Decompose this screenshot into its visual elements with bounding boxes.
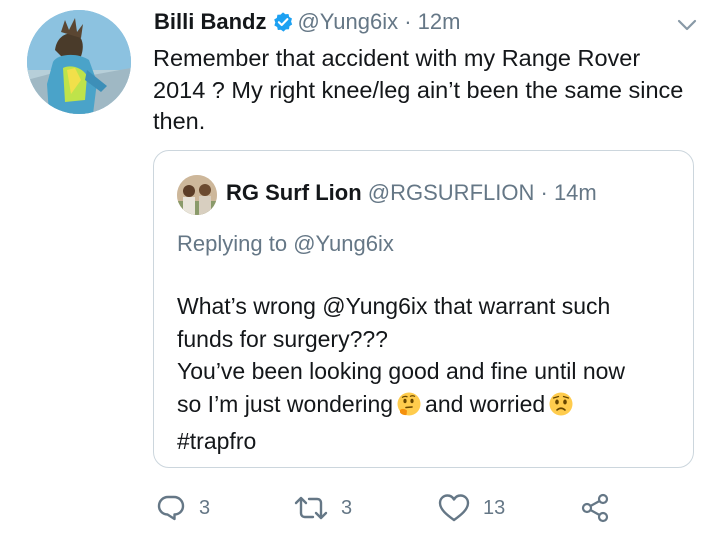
- tweet-time[interactable]: 12m: [418, 9, 461, 34]
- replying-to-line: Replying to @Yung6ix: [177, 231, 394, 257]
- reply-icon: [155, 492, 187, 524]
- replying-prefix: Replying to: [177, 231, 288, 256]
- thinking-face-emoji: [396, 391, 422, 426]
- author-handle[interactable]: @Yung6ix: [297, 9, 398, 34]
- quoted-header-separator: ·: [540, 180, 548, 205]
- verified-badge-icon: [272, 11, 294, 39]
- quoted-author-avatar[interactable]: [177, 175, 217, 215]
- quoted-author-handle[interactable]: @RGSURFLION: [368, 180, 535, 205]
- quoted-text-line-4-a: so I’m just wondering: [177, 390, 394, 417]
- retweet-icon: [293, 492, 329, 524]
- quoted-tweet-card[interactable]: RG Surf Lion @RGSURFLION · 14m Replying …: [153, 150, 694, 468]
- quoted-text-hashtag[interactable]: #trapfro: [177, 425, 677, 458]
- quoted-text-line-2: funds for surgery???: [177, 325, 388, 352]
- retweet-count: 3: [341, 496, 353, 519]
- share-button[interactable]: [579, 492, 611, 524]
- retweet-button[interactable]: 3: [293, 492, 352, 524]
- share-icon: [579, 492, 611, 524]
- like-count: 13: [483, 496, 506, 519]
- like-button[interactable]: 13: [437, 492, 505, 524]
- quoted-tweet-text: What’s wrong @Yung6ix that warrant such …: [177, 290, 677, 458]
- quoted-author-name[interactable]: RG Surf Lion: [226, 180, 362, 205]
- quoted-tweet-time[interactable]: 14m: [554, 180, 597, 205]
- header-separator: ·: [404, 9, 412, 34]
- reply-count: 3: [199, 496, 211, 519]
- quoted-text-line-4-b: and worried: [425, 390, 546, 417]
- tweet-action-bar: 3 3 13: [155, 492, 635, 532]
- reply-button[interactable]: 3: [155, 492, 210, 524]
- worried-face-emoji: [548, 391, 574, 426]
- like-icon: [437, 492, 471, 524]
- replying-to-mention[interactable]: @Yung6ix: [293, 231, 394, 256]
- quoted-text-line-4: so I’m just wondering and worried: [177, 388, 677, 426]
- quoted-text-line-3: You’ve been looking good and fine until …: [177, 358, 626, 384]
- author-name[interactable]: Billi Bandz: [154, 9, 266, 34]
- tweet-text: Remember that accident with my Range Rov…: [153, 45, 684, 134]
- chevron-down-icon[interactable]: [676, 18, 698, 37]
- quoted-text-line-1: What’s wrong @Yung6ix that warrant such: [177, 293, 611, 319]
- author-avatar[interactable]: [27, 10, 131, 114]
- tweet-header: Billi Bandz @Yung6ix · 12m: [154, 9, 460, 39]
- quoted-tweet-header: RG Surf Lion @RGSURFLION · 14m: [226, 180, 597, 206]
